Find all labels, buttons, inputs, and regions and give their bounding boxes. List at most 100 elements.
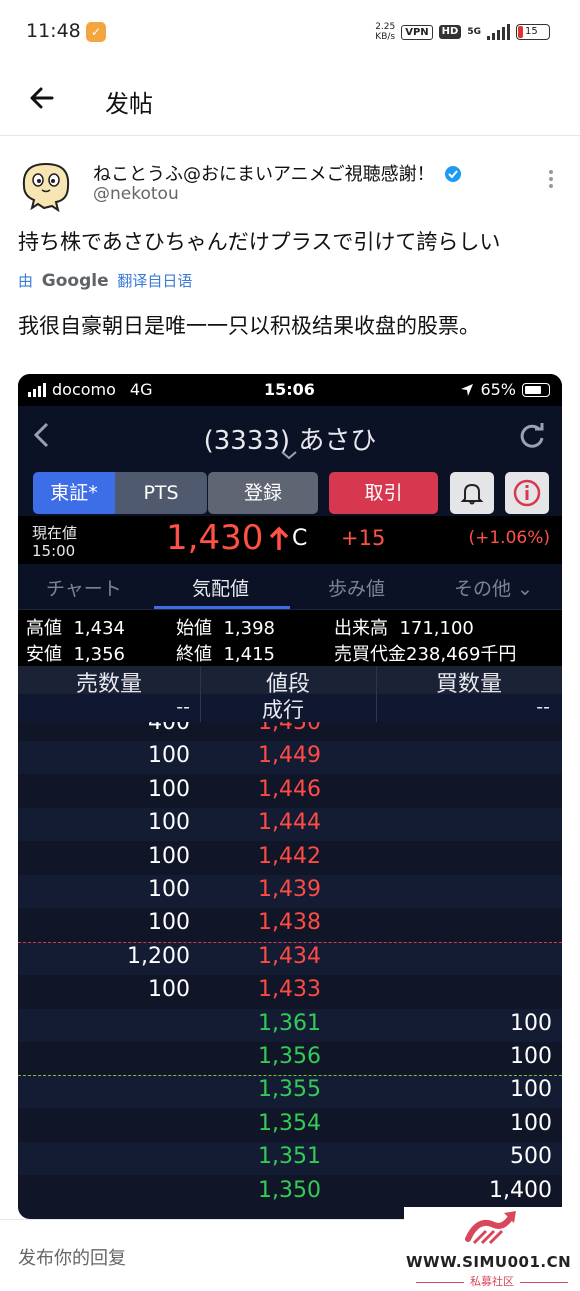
translated-text: 我很自豪朝日是唯一一只以积极结果收盘的股票。: [18, 314, 480, 338]
google-logo: Google: [41, 271, 109, 291]
watermark-logo-icon: [465, 1211, 516, 1245]
column-divider: [376, 666, 377, 722]
avatar[interactable]: [18, 156, 74, 212]
market-order-row: -- 成行 --: [18, 694, 562, 722]
order-book-row: 400 1,450: [18, 722, 562, 741]
image-battery-icon: [522, 382, 550, 397]
order-book-row: 1,361 100: [18, 1008, 562, 1042]
sell-quantity: 100: [148, 843, 190, 869]
order-price: 1,442: [258, 843, 321, 869]
order-book-header: 売数量 値段 買数量: [18, 666, 562, 697]
pts-button: PTS: [115, 472, 207, 514]
order-book-row: 100 1,444: [18, 808, 562, 842]
watermark-url: WWW.SIMU001.CN: [406, 1253, 572, 1271]
status-indicators: 2.25 KB/s VPN HD 5G 15: [375, 22, 550, 42]
trade-button: 取引: [329, 472, 438, 514]
chevron-down-icon: [281, 451, 297, 460]
translate-by: 由: [18, 272, 34, 290]
order-book-row: 1,350 1,400: [18, 1176, 562, 1209]
order-price: 1,355: [258, 1077, 321, 1103]
order-price: 1,361: [258, 1010, 321, 1036]
translate-label: 翻译自日语: [117, 272, 193, 290]
order-price: 1,433: [258, 977, 321, 1003]
image-carrier: docomo: [52, 380, 116, 399]
tab-chart: チャート: [46, 578, 122, 600]
image-battery-level: 65%: [480, 380, 516, 399]
price-flag: C: [292, 526, 308, 551]
order-book-row: 1,200 1,434: [18, 941, 562, 975]
turnover-stat: 売買代金238,469千円: [334, 644, 517, 665]
network-speed: 2.25 KB/s: [375, 22, 395, 42]
tab-other: その他 ⌄: [454, 578, 533, 600]
current-price-marker: [18, 1075, 562, 1077]
current-price-label: 現在値: [32, 524, 78, 542]
tab-quotes: 気配値: [192, 578, 250, 600]
stock-action-bar: 東証* PTS 登録 取引: [18, 466, 562, 516]
location-icon: [461, 383, 474, 396]
current-price-row: 現在値 15:00 1,430 C +15 (+1.06%): [18, 516, 562, 564]
order-book-row: 100 1,442: [18, 842, 562, 875]
author-name[interactable]: ねことうふ@おにまいアニメご視聴感謝！: [93, 160, 462, 186]
image-signal-icon: [28, 382, 46, 397]
sell-quantity: 100: [148, 977, 190, 1003]
image-clock: 15:06: [264, 380, 315, 399]
buy-quantity: 100: [510, 1044, 552, 1069]
vpn-icon: VPN: [401, 24, 433, 40]
order-book: 400 1,450 100 1,449 100 1,446 100 1,444 100 1,442…: [18, 722, 562, 1219]
stock-stats: 高値 1,434 始値 1,398 出来高 171,100 安値 1,356 終…: [18, 610, 562, 666]
translation-attribution[interactable]: 由 Google 翻译自日语: [18, 270, 192, 291]
current-price-time: 15:00: [32, 542, 76, 560]
battery-level: 15: [525, 26, 538, 37]
column-divider: [200, 666, 201, 722]
order-book-row: 1,355 100: [18, 1075, 562, 1109]
status-bar: 11:48 ✓ 2.25 KB/s VPN HD 5G 15: [0, 0, 580, 66]
order-book-row: 100 1,439: [18, 875, 562, 908]
order-price: 1,350: [258, 1177, 321, 1203]
order-book-row: 1,354 100: [18, 1109, 562, 1142]
close-stat: 終値 1,415: [176, 644, 275, 665]
order-price: 1,434: [258, 943, 321, 969]
low-stat: 安値 1,356: [26, 644, 125, 665]
status-time: 11:48: [26, 20, 81, 42]
market-buy: --: [536, 696, 550, 718]
sell-quantity: 100: [148, 776, 190, 802]
more-options-icon[interactable]: [548, 168, 554, 190]
order-book-row: 1,351 500: [18, 1142, 562, 1176]
active-tab-indicator: [154, 606, 290, 609]
market-price: 成行: [262, 698, 304, 722]
register-button: 登録: [208, 472, 318, 514]
buy-quantity: 1,400: [489, 1177, 552, 1203]
notification-app-icon: ✓: [86, 22, 106, 42]
order-price: 1,439: [258, 877, 321, 902]
order-price: 1,446: [258, 776, 321, 802]
refresh-icon: [520, 423, 544, 448]
reply-input[interactable]: 发布你的回复: [18, 1244, 126, 1270]
attached-image[interactable]: docomo 4G 15:06 65% (3333) あさひ 東証* PTS 登…: [18, 374, 562, 1219]
network-speed-unit: KB/s: [375, 32, 396, 42]
watermark-sub: 私募社区: [404, 1273, 580, 1289]
hd-icon: HD: [438, 25, 462, 39]
verified-badge-icon: [445, 166, 462, 182]
author-handle[interactable]: @nekotou: [93, 184, 179, 204]
back-arrow-icon[interactable]: [26, 82, 58, 114]
order-price: 1,356: [258, 1044, 321, 1069]
order-price: 1,444: [258, 810, 321, 836]
volume-stat: 出来高 171,100: [334, 618, 474, 639]
sell-quantity: 1,200: [127, 943, 190, 969]
watermark: WWW.SIMU001.CN 私募社区: [404, 1207, 580, 1291]
market-sell: --: [176, 696, 190, 718]
order-price: 1,450: [258, 722, 321, 735]
image-status-bar: docomo 4G 15:06 65%: [18, 374, 562, 406]
sell-quantity: 400: [148, 722, 190, 735]
tosho-button: 東証*: [33, 472, 115, 514]
high-stat: 高値 1,434: [26, 618, 125, 639]
battery-icon: 15: [516, 24, 550, 40]
price-change: +15: [341, 526, 386, 550]
order-price: 1,351: [258, 1144, 321, 1170]
last-close-marker: [18, 941, 562, 943]
author-name-text: ねことうふ@おにまいアニメご視聴感謝！: [93, 164, 435, 185]
order-book-row: 100 1,433: [18, 975, 562, 1008]
current-price: 1,430: [166, 518, 264, 558]
sell-quantity: 100: [148, 877, 190, 902]
network-speed-value: 2.25: [375, 22, 396, 32]
